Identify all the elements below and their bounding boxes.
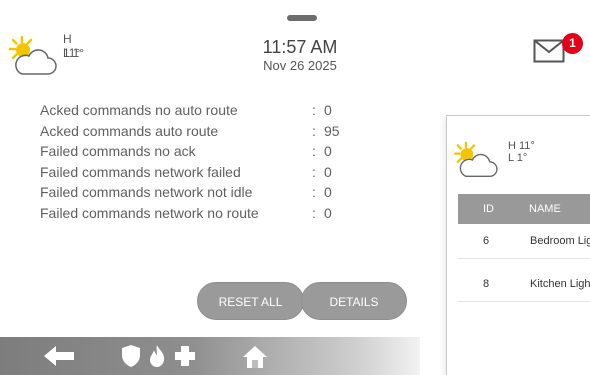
stat-colon: : bbox=[312, 143, 316, 159]
stat-colon: : bbox=[312, 163, 316, 180]
stat-value: 0 bbox=[324, 204, 332, 221]
stat-label: Acked commands auto route bbox=[40, 122, 219, 139]
panel-weather-widget: H 11° L 1° bbox=[453, 136, 543, 180]
stat-label: Failed commands network not idle bbox=[40, 184, 253, 200]
device-list-panel: H 11° L 1° ID NAME 6 Bedroom Lig 8 Kitch… bbox=[446, 115, 590, 375]
panel-weather-low: L 1° bbox=[508, 152, 528, 164]
stat-value: 95 bbox=[324, 122, 340, 139]
screen: H 11° L 1° 11:57 AM Nov 26 2025 1 Acked … bbox=[0, 0, 590, 375]
reset-all-button[interactable]: RESET ALL bbox=[197, 282, 304, 320]
stat-row: Failed commands network failed : 0 bbox=[40, 162, 400, 183]
stat-colon: : bbox=[312, 122, 316, 139]
stat-value: 0 bbox=[324, 184, 332, 200]
partly-cloudy-icon bbox=[8, 35, 57, 75]
clock-time: 11:57 AM bbox=[262, 37, 338, 57]
stat-value: 0 bbox=[324, 143, 332, 159]
stats-list: Acked commands no auto route : 0 Acked c… bbox=[40, 100, 400, 223]
message-count-badge: 1 bbox=[562, 33, 583, 54]
table-row[interactable]: 8 Kitchen Ligh bbox=[458, 267, 590, 302]
stat-row: Acked commands no auto route : 0 bbox=[40, 100, 400, 121]
bottom-nav-bar bbox=[0, 337, 420, 375]
device-id-cell: 6 bbox=[483, 235, 490, 247]
stat-colon: : bbox=[312, 102, 316, 118]
table-header: ID NAME bbox=[458, 194, 590, 224]
messages-button[interactable]: 1 bbox=[533, 33, 583, 67]
pull-down-handle[interactable] bbox=[287, 15, 317, 21]
stat-row: Acked commands auto route : 95 bbox=[40, 121, 400, 142]
column-header-name: NAME bbox=[529, 203, 561, 215]
stat-value: 0 bbox=[324, 163, 332, 180]
fire-icon[interactable] bbox=[147, 344, 167, 368]
table-row[interactable]: 6 Bedroom Lig bbox=[458, 224, 590, 259]
clock-date: Nov 26 2025 bbox=[263, 58, 337, 73]
stat-label: Failed commands network no route bbox=[40, 204, 259, 221]
stat-row: Failed commands network no route : 0 bbox=[40, 203, 400, 224]
stat-row: Failed commands network not idle : 0 bbox=[40, 182, 400, 203]
stat-label: Acked commands no auto route bbox=[40, 102, 238, 118]
medical-cross-icon[interactable] bbox=[173, 344, 197, 368]
weather-widget[interactable]: H 11° L 1° bbox=[8, 30, 88, 80]
clock: 11:57 AM Nov 26 2025 bbox=[230, 36, 370, 74]
stat-label: Failed commands network failed bbox=[40, 163, 241, 180]
stat-label: Failed commands no ack bbox=[40, 143, 196, 159]
panel-weather-high: H 11° bbox=[508, 140, 535, 152]
stat-row: Failed commands no ack : 0 bbox=[40, 141, 400, 162]
details-button[interactable]: DETAILS bbox=[301, 282, 407, 320]
device-id-cell: 8 bbox=[483, 278, 490, 290]
envelope-icon bbox=[533, 39, 565, 63]
partly-cloudy-icon bbox=[453, 141, 498, 178]
stat-colon: : bbox=[312, 204, 316, 221]
home-icon[interactable] bbox=[241, 344, 269, 370]
shield-icon[interactable] bbox=[121, 344, 141, 368]
device-name-cell: Kitchen Ligh bbox=[530, 278, 590, 290]
stat-value: 0 bbox=[324, 102, 332, 118]
stat-colon: : bbox=[312, 184, 316, 200]
back-arrow-icon[interactable] bbox=[42, 344, 76, 368]
device-name-cell: Bedroom Lig bbox=[530, 235, 590, 247]
weather-low: L 1° bbox=[63, 46, 85, 60]
column-header-id: ID bbox=[483, 203, 494, 215]
